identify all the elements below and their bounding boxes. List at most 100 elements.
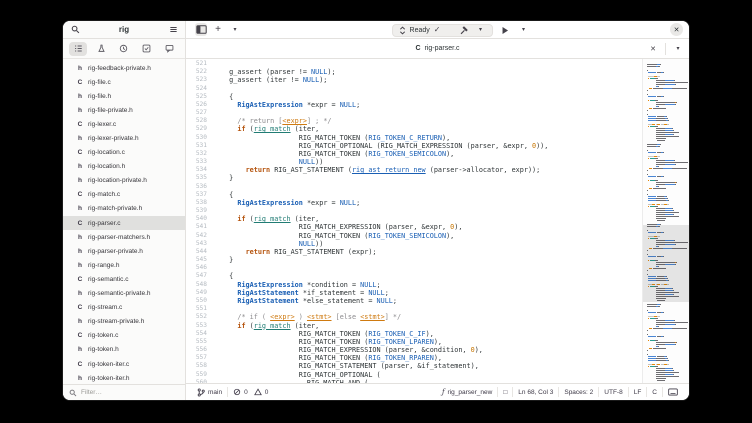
file-type-glyph: C (77, 79, 83, 86)
file-row-rig-stream.c[interactable]: Crig-stream.c (63, 301, 185, 315)
minimap-line (646, 78, 688, 79)
minimap-line (646, 170, 688, 171)
line-number: 528 (186, 117, 207, 125)
file-row-rig-parser-matchers.h[interactable]: hrig-parser-matchers.h (63, 230, 185, 244)
line-number: 547 (186, 272, 207, 280)
line-number: 551 (186, 305, 207, 313)
run-button[interactable] (499, 24, 511, 37)
file-row-rig-token.c[interactable]: Crig-token.c (63, 329, 185, 343)
close-icon: ✕ (650, 45, 656, 53)
file-type-glyph: C (77, 149, 83, 156)
file-row-rig-file.c[interactable]: Crig-file.c (63, 75, 185, 89)
file-type-glyph: h (77, 177, 83, 184)
file-row-rig-location-private.h[interactable]: hrig-location-private.h (63, 174, 185, 188)
file-name: rig-semantic-private.h (88, 290, 151, 297)
encoding-setting[interactable]: UTF-8 (599, 384, 627, 400)
toggle-panel-button[interactable] (195, 23, 207, 36)
file-row-rig-match-private.h[interactable]: hrig-match-private.h (63, 202, 185, 216)
minimap-line (646, 376, 688, 377)
code-line (221, 207, 642, 215)
file-type-glyph: C (77, 361, 83, 368)
layout-button[interactable]: □ (498, 384, 512, 400)
search-icon[interactable] (69, 23, 81, 36)
file-row-rig-token-iter.h[interactable]: hrig-token-iter.h (63, 371, 185, 384)
file-row-rig-location.h[interactable]: hrig-location.h (63, 160, 185, 174)
file-row-rig-parser-private.h[interactable]: hrig-parser-private.h (63, 244, 185, 258)
minimap-line (646, 182, 688, 183)
error-icon (233, 388, 241, 396)
sidebar-tab-strip (63, 39, 185, 59)
file-name: rig-feedback-private.h (88, 65, 151, 72)
file-type-glyph: C (77, 332, 83, 339)
minimap-line (646, 100, 688, 101)
error-count: 0 (244, 389, 248, 396)
window-close-button[interactable]: ✕ (670, 23, 683, 36)
file-row-rig-location.c[interactable]: Crig-location.c (63, 146, 185, 160)
branch-indicator[interactable]: main (192, 384, 227, 400)
tab-list-dropdown[interactable]: ▾ (672, 42, 684, 55)
filter-input[interactable] (81, 389, 171, 396)
minimap-line (646, 72, 688, 73)
file-row-rig-stream-private.h[interactable]: hrig-stream-private.h (63, 315, 185, 329)
editor-tab[interactable]: C rig-parser.c (415, 45, 459, 52)
minimap-line (646, 178, 688, 179)
file-row-rig-semantic-private.h[interactable]: h rig-semantic-private.h (63, 287, 185, 301)
code-line: if (rig_match (iter, (221, 215, 642, 223)
minimap-line (646, 180, 688, 181)
current-symbol[interactable]: ƒ rig_parser_new (437, 384, 497, 400)
line-number: 544 (186, 248, 207, 256)
new-tab-button[interactable]: + (212, 23, 224, 36)
file-row-rig-token.h[interactable]: hrig-token.h (63, 343, 185, 357)
minimap-line (646, 206, 688, 207)
cursor-position[interactable]: Ln 68, Col 3 (513, 384, 558, 400)
minimap-viewport[interactable] (643, 225, 689, 302)
minimap-line (646, 200, 688, 201)
file-row-rig-semantic.c[interactable]: Crig-semantic.c (63, 272, 185, 286)
file-row-rig-match.c[interactable]: Crig-match.c (63, 188, 185, 202)
language-setting[interactable]: C (647, 384, 662, 400)
file-type-glyph: h (77, 248, 83, 255)
file-name: rig-match.c (88, 191, 120, 198)
sidebar-tab-chat[interactable] (161, 42, 179, 56)
sidebar-tab-todo[interactable] (138, 42, 156, 56)
minimap-line (646, 106, 688, 107)
minimap-line (646, 146, 688, 147)
code-line: } (221, 256, 642, 264)
file-row-rig-token-iter.c[interactable]: Crig-token-iter.c (63, 357, 185, 371)
run-dropdown[interactable]: ▾ (517, 24, 529, 37)
indentation-setting[interactable]: Spaces: 2 (559, 384, 598, 400)
new-tab-dropdown[interactable]: ▾ (229, 23, 241, 36)
warning-icon (254, 388, 262, 396)
sidebar-tab-unit-tests[interactable] (92, 42, 110, 56)
code-view[interactable]: g_assert (parser != NULL); g_assert (ite… (212, 59, 642, 383)
diagnostics-indicator[interactable]: 0 0 (228, 384, 273, 400)
file-row-rig-lexer-private.h[interactable]: hrig-lexer-private.h (63, 131, 185, 145)
build-status-label: Ready (410, 27, 430, 34)
minimap-line (646, 222, 688, 223)
keyboard-button[interactable] (663, 384, 683, 400)
build-dropdown[interactable]: ▾ (474, 24, 486, 37)
minimap-line (646, 212, 688, 213)
minimap[interactable] (642, 59, 689, 383)
file-row-rig-range.h[interactable]: hrig-range.h (63, 258, 185, 272)
tab-close-button[interactable]: ✕ (647, 42, 659, 55)
omnibar-status[interactable]: Ready ✓ ▾ (392, 24, 494, 37)
sidebar-tab-project-tree[interactable] (69, 42, 87, 56)
sidebar-tab-history[interactable] (115, 42, 133, 56)
code-editor[interactable]: 5215225235245255265275285295305315325335… (186, 59, 689, 383)
file-row-rig-file-private.h[interactable]: hrig-file-private.h (63, 103, 185, 117)
file-row-rig-feedback-private.h[interactable]: hrig-feedback-private.h (63, 61, 185, 75)
menu-icon[interactable] (167, 23, 179, 36)
file-type-glyph: h (77, 290, 83, 297)
file-row-rig-lexer.c[interactable]: Crig-lexer.c (63, 117, 185, 131)
code-line: RIG_MATCH_OPTIONAL (RIG_MATCH_EXPRESSION… (221, 142, 642, 150)
build-button[interactable] (458, 24, 470, 37)
file-row-rig-parser.c[interactable]: Crig-parser.c (63, 216, 185, 230)
chevron-down-icon: ▾ (676, 46, 679, 52)
file-row-rig-file.h[interactable]: hrig-file.h (63, 89, 185, 103)
minimap-line (646, 340, 688, 341)
chevron-down-icon: ▾ (233, 27, 236, 33)
line-ending-setting[interactable]: LF (629, 384, 647, 400)
minimap-line (646, 148, 688, 149)
minimap-line (646, 374, 688, 375)
